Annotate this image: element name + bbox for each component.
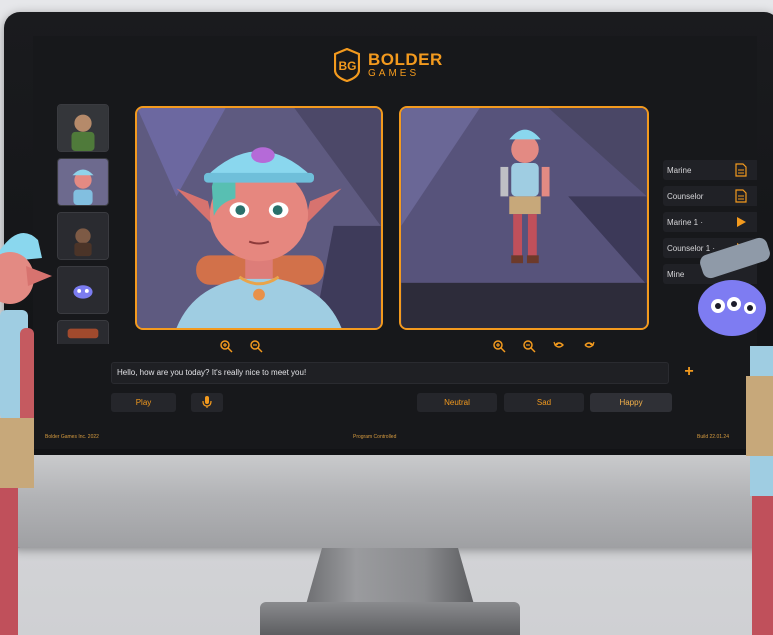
brand-name: BOLDER	[368, 50, 443, 69]
fullbody-controls	[491, 338, 597, 354]
monitor-stand-neck	[305, 548, 475, 608]
bolder-games-badge-icon: BG	[334, 48, 360, 82]
character-thumbnail-alien[interactable]	[57, 266, 109, 314]
emotion-sad-button[interactable]: Sad	[504, 393, 584, 412]
brand-subtitle: GAMES	[368, 68, 420, 79]
zoom-in-icon[interactable]	[491, 338, 507, 354]
zoom-in-icon[interactable]	[218, 338, 234, 354]
monitor-chin	[4, 455, 773, 548]
voice-profile-label: Counselor	[667, 191, 704, 201]
document-icon[interactable]	[735, 163, 747, 177]
app-screen: BG BOLDER GAMES Marine Counselor Marine …	[33, 36, 757, 449]
emotion-neutral-button[interactable]: Neutral	[417, 393, 497, 412]
elf-girl-fullbody	[401, 108, 647, 328]
character-fullbody-viewport[interactable]	[399, 106, 649, 330]
microphone-button[interactable]	[191, 393, 223, 412]
elf-girl-portrait	[137, 108, 381, 328]
character-thumbnail-partial[interactable]	[57, 320, 109, 344]
voice-profile-label: Marine	[667, 165, 692, 175]
zoom-out-icon[interactable]	[248, 338, 264, 354]
character-thumbnail-dwarf[interactable]	[57, 212, 109, 260]
voice-profile-item[interactable]: Counselor	[663, 186, 757, 206]
character-closeup-viewport[interactable]	[135, 106, 383, 330]
microphone-icon	[202, 396, 212, 408]
dialogue-text-input[interactable]: Hello, how are you today? It's really ni…	[111, 362, 669, 384]
alien-character-render	[680, 226, 773, 635]
brand-logo: BG BOLDER GAMES	[334, 47, 443, 83]
elf-character-render	[0, 218, 62, 635]
closeup-zoom-controls	[218, 338, 264, 354]
svg-text:BG: BG	[339, 59, 357, 73]
footer-status: Program Controlled	[353, 434, 397, 440]
rotate-right-icon[interactable]	[581, 338, 597, 354]
character-thumbnail-list	[57, 104, 113, 344]
voice-profile-item[interactable]: Marine	[663, 160, 757, 180]
character-thumbnail-orc[interactable]	[57, 104, 109, 152]
monitor-stand-base	[260, 602, 520, 635]
document-icon[interactable]	[735, 189, 747, 203]
emotion-happy-button[interactable]: Happy	[590, 393, 672, 412]
rotate-left-icon[interactable]	[551, 338, 567, 354]
character-thumbnail-elf-girl[interactable]	[57, 158, 109, 206]
play-button[interactable]: Play	[111, 393, 176, 412]
zoom-out-icon[interactable]	[521, 338, 537, 354]
